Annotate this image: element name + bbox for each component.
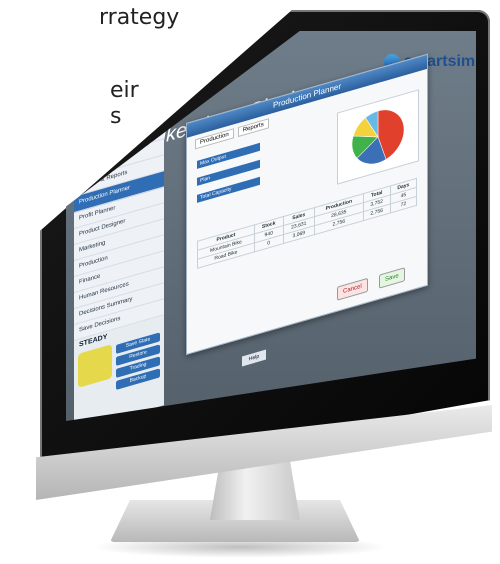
production-planner-dialog: Production Planner Production Reports Ma… bbox=[186, 53, 428, 356]
background-heading-line1: rrategy bbox=[99, 5, 180, 30]
bicycle-icon bbox=[78, 344, 112, 388]
cancel-button[interactable]: Cancel bbox=[337, 277, 368, 301]
help-button[interactable]: Help bbox=[242, 349, 266, 367]
background-heading-line2: eir bbox=[110, 78, 139, 103]
tab-reports[interactable]: Reports bbox=[237, 118, 269, 138]
capacity-bars: Max Output Plan Total Capacity bbox=[197, 142, 260, 212]
save-button[interactable]: Save bbox=[379, 267, 405, 289]
background-heading-line3: s bbox=[110, 104, 122, 129]
